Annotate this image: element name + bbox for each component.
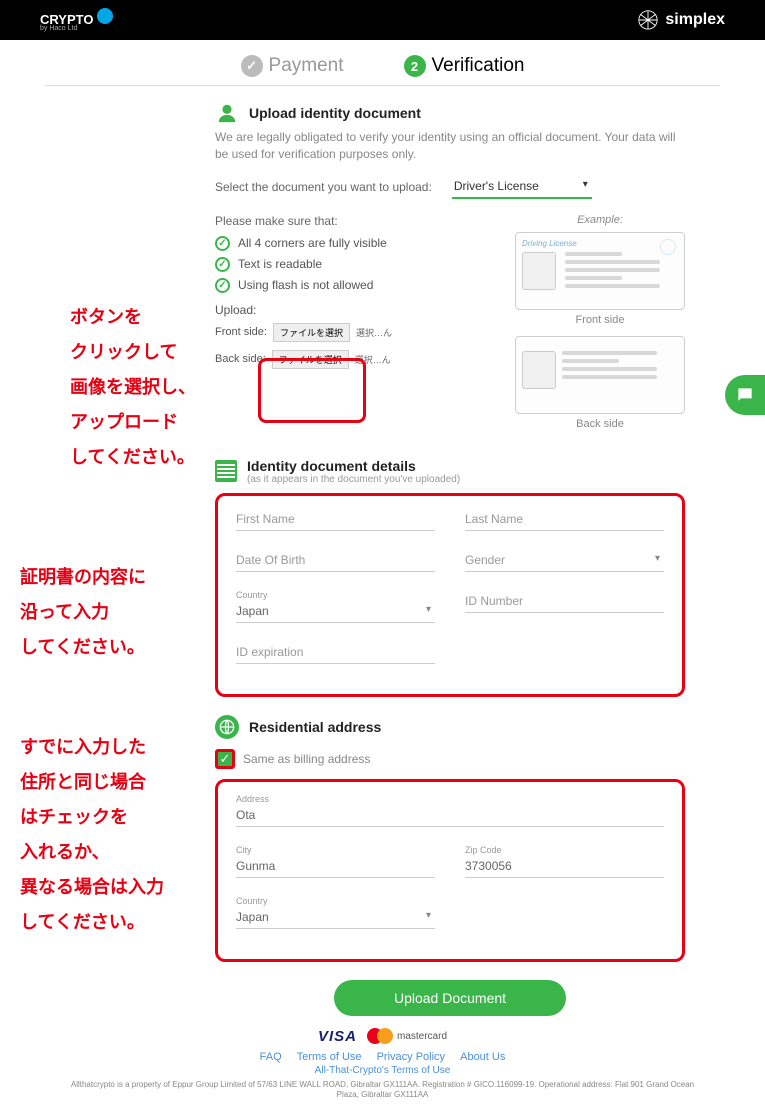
annotation-upload: ボタンを クリックして 画像を選択し、 アップロード してください。 <box>70 300 196 475</box>
document-type-select[interactable]: Driver's License <box>452 175 592 199</box>
footer-link-about[interactable]: About Us <box>460 1051 505 1063</box>
back-side-label: Back side: <box>215 353 266 365</box>
address-title: Residential address <box>249 719 381 735</box>
addr-country-select[interactable]: Japan <box>236 906 435 929</box>
simplex-icon <box>637 9 659 31</box>
address-label: Address <box>236 794 664 804</box>
photo-placeholder-icon <box>522 252 556 290</box>
step-payment-label: Payment <box>269 55 344 77</box>
footer: VISA mastercard FAQ Terms of Use Privacy… <box>45 1028 720 1101</box>
same-address-checkbox[interactable]: ✓ <box>215 749 235 769</box>
city-input[interactable]: Gunma <box>236 855 435 878</box>
divider <box>45 85 720 86</box>
brand-logo-right: simplex <box>637 9 725 31</box>
visa-logo: VISA <box>318 1028 357 1045</box>
chat-widget-button[interactable] <box>725 375 765 415</box>
example-front-card: Driving License <box>515 232 685 310</box>
header-bar: CRYPTO by Haco Ltd simplex <box>0 0 765 40</box>
upload-document-button[interactable]: Upload Document <box>334 980 566 1016</box>
dob-input[interactable]: Date Of Birth <box>236 549 435 572</box>
example-label: Example: <box>515 214 685 226</box>
details-sub: (as it appears in the document you've up… <box>247 474 460 485</box>
gender-select[interactable]: Gender <box>465 549 664 572</box>
city-label: City <box>236 845 435 855</box>
progress-steps: ✓ Payment 2 Verification <box>45 55 720 77</box>
brand-left-sub: by Haco Ltd <box>40 25 113 32</box>
brand-right-text: simplex <box>665 11 725 29</box>
back-file-button[interactable]: ファイルを選択 <box>272 350 349 369</box>
details-title: Identity document details <box>247 458 460 474</box>
example-card-title: Driving License <box>522 239 678 248</box>
person-icon <box>215 101 239 125</box>
stamp-icon <box>660 239 676 255</box>
check-icon: ✓ <box>215 236 230 251</box>
first-name-input[interactable]: First Name <box>236 508 435 531</box>
details-form-box: First Name Last Name Date Of Birth Gende… <box>215 493 685 697</box>
upload-title: Upload identity document <box>249 105 421 121</box>
front-file-button[interactable]: ファイルを選択 <box>273 323 350 342</box>
front-side-label: Front side: <box>215 326 267 338</box>
doc-select-label: Select the document you want to upload: <box>215 180 432 194</box>
back-file-status: 選択…ん <box>355 353 391 366</box>
footer-link-faq[interactable]: FAQ <box>260 1051 282 1063</box>
check-item-2: Using flash is not allowed <box>238 278 373 292</box>
front-file-status: 選択…ん <box>356 326 392 339</box>
last-name-input[interactable]: Last Name <box>465 508 664 531</box>
address-section-head: Residential address <box>215 715 685 739</box>
document-icon <box>215 460 237 482</box>
globe-icon <box>215 715 239 739</box>
annotation-address: すでに入力した 住所と同じ場合 はチェックを 入れるか、 異なる場合は入力 して… <box>20 730 164 941</box>
country-label: Country <box>236 590 435 600</box>
photo-placeholder-icon <box>522 351 556 389</box>
annotation-details: 証明書の内容に 沿って入力 してください。 <box>20 560 146 665</box>
checklist-title: Please make sure that: <box>215 214 493 228</box>
check-icon: ✓ <box>215 278 230 293</box>
brand-logo-left: CRYPTO by Haco Ltd <box>40 8 113 32</box>
zip-input[interactable]: 3730056 <box>465 855 664 878</box>
upload-section-head: Upload identity document <box>215 101 685 125</box>
zip-label: Zip Code <box>465 845 664 855</box>
step-payment: ✓ Payment <box>241 55 344 77</box>
step-verification: 2 Verification <box>404 55 525 77</box>
check-icon: ✓ <box>241 55 263 77</box>
check-icon: ✓ <box>215 257 230 272</box>
step-number-icon: 2 <box>404 55 426 77</box>
example-back-card <box>515 336 685 414</box>
footer-link-privacy[interactable]: Privacy Policy <box>377 1051 445 1063</box>
address-form-box: Address Ota City Gunma Zip Code 3730056 … <box>215 779 685 962</box>
details-section-head: Identity document details (as it appears… <box>215 458 685 485</box>
same-address-label: Same as billing address <box>243 752 370 766</box>
upload-desc: We are legally obligated to verify your … <box>215 129 685 163</box>
check-item-0: All 4 corners are fully visible <box>238 236 387 250</box>
id-number-input[interactable]: ID Number <box>465 590 664 613</box>
back-caption: Back side <box>515 418 685 430</box>
footer-links: FAQ Terms of Use Privacy Policy About Us <box>45 1051 720 1063</box>
footer-sublink[interactable]: All-That-Crypto's Terms of Use <box>45 1065 720 1076</box>
step-verification-label: Verification <box>432 55 525 77</box>
brand-badge-icon <box>97 8 113 24</box>
front-caption: Front side <box>515 314 685 326</box>
address-input[interactable]: Ota <box>236 804 664 827</box>
country-select[interactable]: Japan <box>236 600 435 623</box>
check-item-1: Text is readable <box>238 257 322 271</box>
upload-label: Upload: <box>215 303 493 317</box>
footer-link-terms[interactable]: Terms of Use <box>297 1051 362 1063</box>
footer-legal: Allthatcrypto is a property of Eppur Gro… <box>45 1080 720 1101</box>
addr-country-label: Country <box>236 896 435 906</box>
mastercard-logo: mastercard <box>367 1028 447 1044</box>
id-expiration-input[interactable]: ID expiration <box>236 641 435 664</box>
